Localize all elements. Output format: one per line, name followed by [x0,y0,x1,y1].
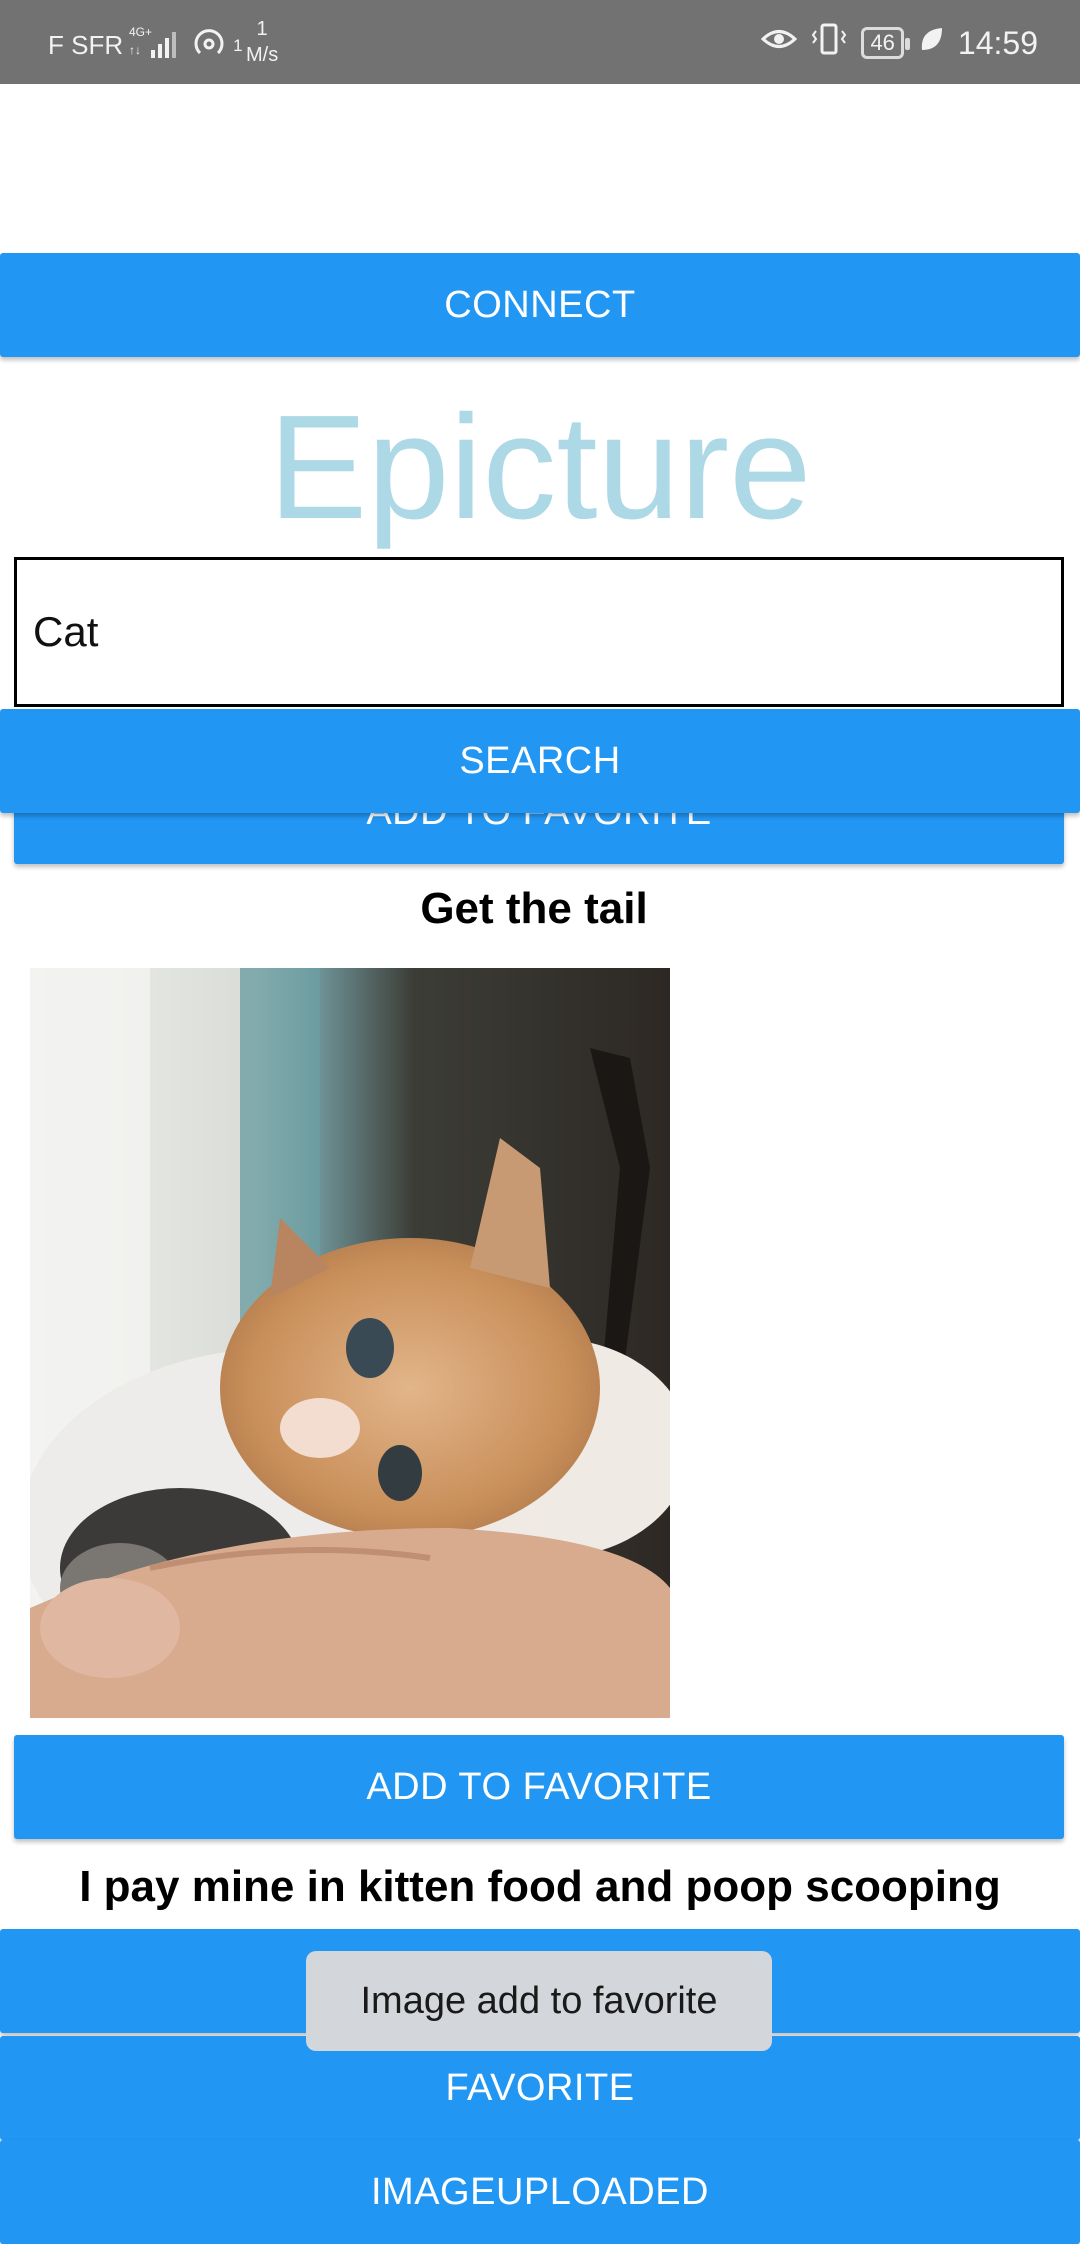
leaf-icon [918,24,944,62]
battery-icon: 46 [861,27,911,59]
hotspot-icon [191,24,227,67]
network-speed: 1 M/s [246,16,278,68]
app-title: Epicture [268,385,812,550]
image-caption-2: I pay mine in kitten food and poop scoop… [79,1862,1001,1911]
image-uploaded-button[interactable]: IMAGEUPLOADED [0,2140,1080,2244]
favorite-button[interactable]: FAVORITE [0,2036,1080,2140]
add-to-favorite-button[interactable]: ADD TO FAVORITE [14,1735,1064,1839]
status-left: F SFR 4G+ ↑↓ 1 [48,24,243,67]
svg-text:↑↓: ↑↓ [129,43,141,57]
carrier-label: F SFR [48,30,124,60]
search-button[interactable]: SEARCH [0,709,1080,813]
vibrate-icon [811,22,847,64]
connect-button[interactable]: CONNECT [0,253,1080,357]
kitten-photo[interactable] [30,968,670,1718]
speed-unit: M/s [246,44,279,66]
signal-icon: 4G+ ↑↓ [129,24,185,67]
status-right: 46 14:59 [761,22,1038,64]
eye-icon [761,24,798,62]
svg-text:4G+: 4G+ [129,25,152,39]
image-caption: Get the tail [420,884,648,933]
speed-value: 1 [256,18,268,40]
status-bar: F SFR 4G+ ↑↓ 1 1 M/s 46 14:59 [0,0,1080,84]
search-input[interactable]: Cat [14,557,1064,707]
sim-index: 1 [233,35,243,55]
toast-message: Image add to favorite [306,1951,772,2051]
clock: 14:59 [957,24,1038,61]
